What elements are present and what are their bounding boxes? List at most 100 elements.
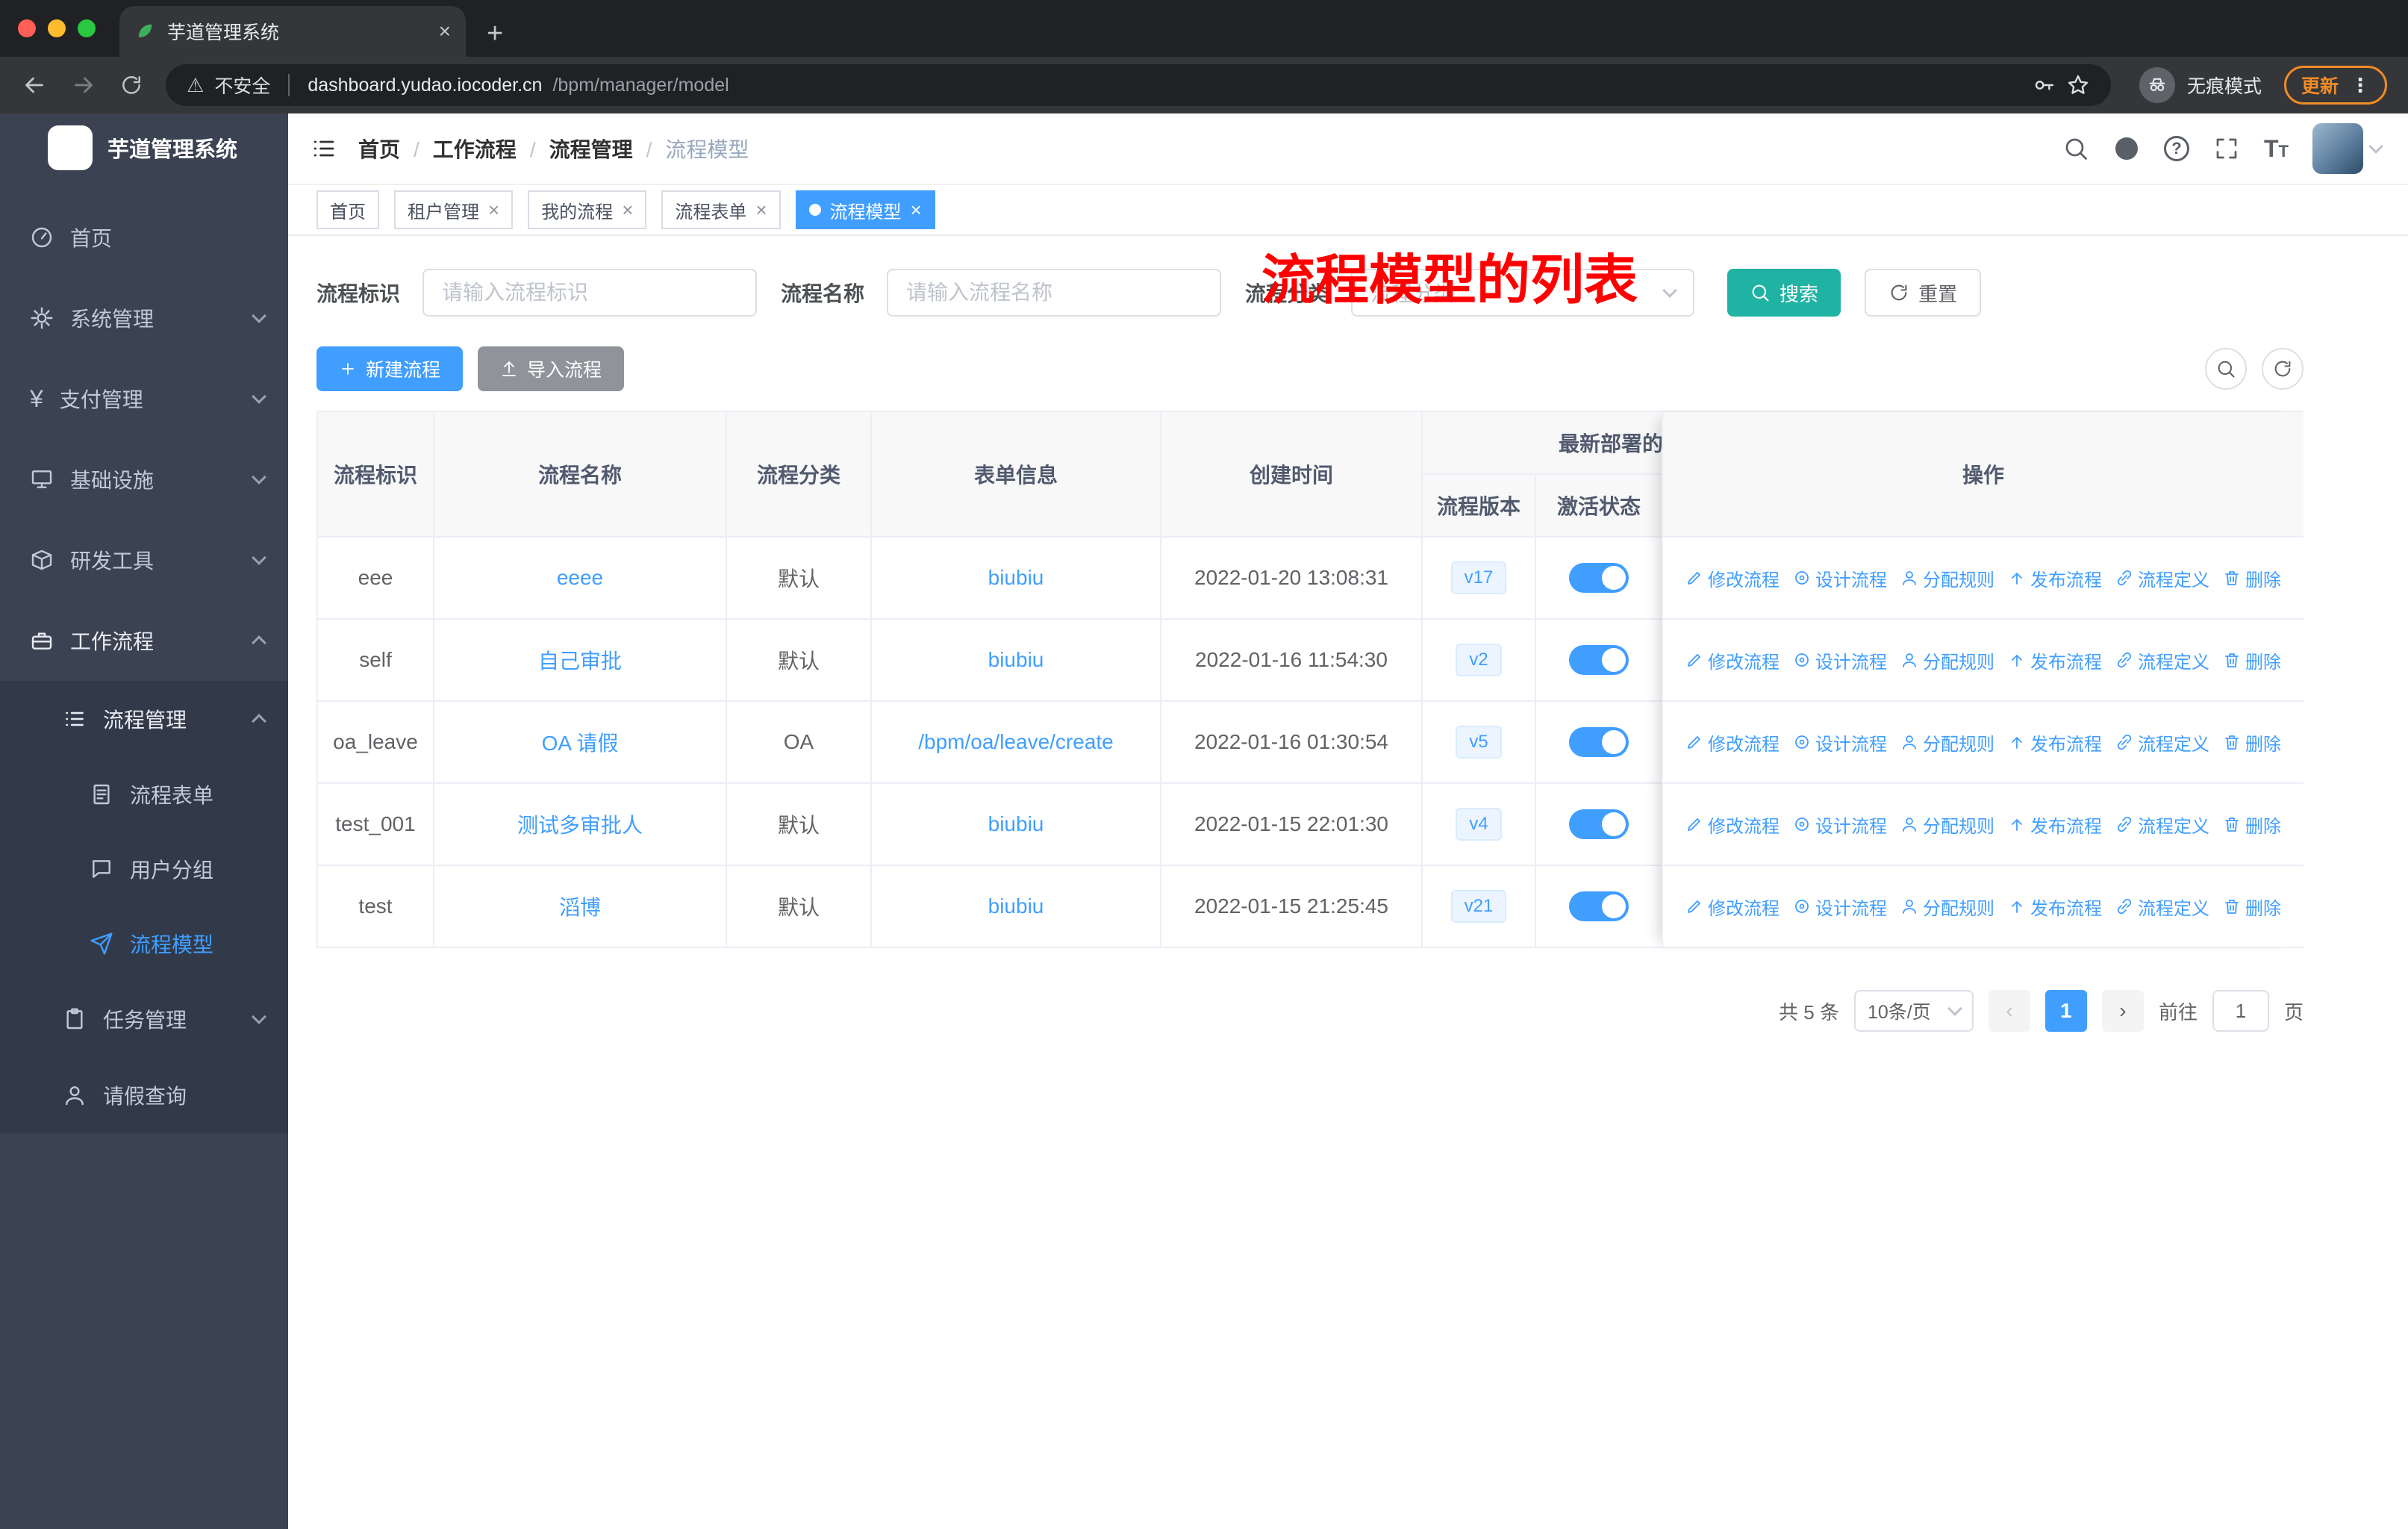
address-bar[interactable]: ⚠ 不安全 dashboard.yudao.iocoder.cn/bpm/man… [166, 64, 2111, 106]
assign-rule-link[interactable]: 分配规则 [1900, 894, 1994, 920]
sidebar-item-system[interactable]: 系统管理 [0, 278, 288, 358]
active-toggle[interactable] [1569, 727, 1629, 757]
delete-link[interactable]: 删除 [2223, 647, 2281, 673]
publish-process-link[interactable]: 发布流程 [2008, 894, 2102, 920]
model-name-link[interactable]: 自己审批 [538, 645, 622, 675]
reset-button[interactable]: 重置 [1865, 269, 1982, 317]
menu-kebab-icon[interactable]: ⋮ [2351, 74, 2370, 97]
search-icon[interactable] [2062, 135, 2089, 162]
delete-link[interactable]: 删除 [2223, 812, 2281, 838]
process-definition-link[interactable]: 流程定义 [2115, 565, 2209, 591]
browser-tab[interactable]: 芋道管理系统 × [119, 6, 466, 57]
font-size-icon[interactable]: TT [2264, 135, 2289, 163]
user-menu[interactable] [2312, 123, 2383, 174]
minimize-window-button[interactable] [48, 19, 66, 37]
close-icon[interactable] [488, 199, 499, 222]
close-icon[interactable] [911, 199, 922, 222]
process-definition-link[interactable]: 流程定义 [2115, 812, 2209, 838]
chrome-update-button[interactable]: 更新 ⋮ [2283, 66, 2387, 105]
process-name-input[interactable] [887, 269, 1222, 317]
tag-process-model[interactable]: 流程模型 [795, 190, 935, 229]
sidebar-item-process-mgmt[interactable]: 流程管理 [0, 681, 288, 757]
form-link[interactable]: biubiu [988, 894, 1044, 918]
form-link[interactable]: /bpm/oa/leave/create [918, 730, 1114, 754]
edit-process-link[interactable]: 修改流程 [1685, 729, 1780, 756]
sidebar-item-infra[interactable]: 基础设施 [0, 439, 288, 520]
next-page-button[interactable]: › [2101, 990, 2144, 1032]
search-button[interactable]: 搜索 [1727, 269, 1841, 317]
sidebar-item-process-form[interactable]: 流程表单 [0, 757, 288, 832]
sidebar-logo[interactable]: 芋道管理系统 [0, 113, 288, 182]
process-id-input[interactable] [422, 269, 758, 317]
design-process-link[interactable]: 设计流程 [1793, 894, 1887, 920]
breadcrumb-process-mgmt[interactable]: 流程管理 [517, 134, 633, 164]
sidebar-item-workflow[interactable]: 工作流程 [0, 600, 288, 681]
bookmark-star-icon[interactable] [2066, 73, 2090, 97]
hamburger-icon[interactable] [311, 135, 337, 162]
sidebar-item-leave-query[interactable]: 请假查询 [0, 1057, 288, 1133]
sidebar-item-process-model[interactable]: 流程模型 [0, 906, 288, 981]
close-icon[interactable] [755, 199, 767, 222]
sidebar-item-user-group[interactable]: 用户分组 [0, 832, 288, 906]
breadcrumb-workflow[interactable]: 工作流程 [400, 134, 517, 164]
model-name-link[interactable]: OA 请假 [542, 727, 619, 757]
design-process-link[interactable]: 设计流程 [1793, 565, 1887, 591]
close-window-button[interactable] [18, 19, 36, 37]
active-toggle[interactable] [1569, 891, 1629, 921]
process-definition-link[interactable]: 流程定义 [2115, 729, 2209, 756]
delete-link[interactable]: 删除 [2223, 729, 2281, 756]
sidebar-item-task-mgmt[interactable]: 任务管理 [0, 981, 288, 1057]
model-name-link[interactable]: eeee [557, 566, 603, 590]
goto-page-input[interactable] [2212, 990, 2269, 1032]
model-name-link[interactable]: 测试多审批人 [517, 809, 643, 839]
breadcrumb-home[interactable]: 首页 [358, 134, 400, 164]
sidebar-item-devtools[interactable]: 研发工具 [0, 520, 288, 600]
assign-rule-link[interactable]: 分配规则 [1900, 647, 1994, 673]
back-icon[interactable] [21, 72, 48, 99]
toggle-search-button[interactable] [2205, 348, 2247, 390]
page-number-button[interactable]: 1 [2044, 990, 2087, 1032]
delete-link[interactable]: 删除 [2223, 565, 2281, 591]
sidebar-item-payment[interactable]: ¥ 支付管理 [0, 358, 288, 439]
help-icon[interactable]: ? [2164, 136, 2189, 161]
process-definition-link[interactable]: 流程定义 [2115, 894, 2209, 920]
design-process-link[interactable]: 设计流程 [1793, 729, 1887, 756]
design-process-link[interactable]: 设计流程 [1793, 647, 1887, 673]
active-toggle[interactable] [1569, 563, 1629, 593]
delete-link[interactable]: 删除 [2223, 894, 2281, 920]
reload-icon[interactable] [119, 73, 143, 97]
edit-process-link[interactable]: 修改流程 [1685, 647, 1780, 673]
assign-rule-link[interactable]: 分配规则 [1900, 812, 1994, 838]
tag-my-process[interactable]: 我的流程 [528, 190, 647, 229]
process-definition-link[interactable]: 流程定义 [2115, 647, 2209, 673]
create-process-button[interactable]: 新建流程 [316, 346, 464, 391]
tab-close-icon[interactable]: × [439, 19, 451, 43]
edit-process-link[interactable]: 修改流程 [1685, 565, 1780, 591]
import-process-button[interactable]: 导入流程 [478, 346, 625, 391]
close-icon[interactable] [622, 199, 633, 222]
publish-process-link[interactable]: 发布流程 [2008, 812, 2102, 838]
active-toggle[interactable] [1569, 645, 1629, 675]
publish-process-link[interactable]: 发布流程 [2008, 565, 2102, 591]
refresh-table-button[interactable] [2262, 348, 2303, 390]
edit-process-link[interactable]: 修改流程 [1685, 894, 1780, 920]
model-name-link[interactable]: 滔博 [559, 891, 601, 921]
active-toggle[interactable] [1569, 809, 1629, 839]
tag-process-form[interactable]: 流程表单 [661, 190, 781, 229]
assign-rule-link[interactable]: 分配规则 [1900, 565, 1994, 591]
tag-tenant[interactable]: 租户管理 [394, 190, 514, 229]
publish-process-link[interactable]: 发布流程 [2008, 647, 2102, 673]
design-process-link[interactable]: 设计流程 [1793, 812, 1887, 838]
zoom-window-button[interactable] [78, 19, 96, 37]
form-link[interactable]: biubiu [988, 566, 1044, 590]
tag-home[interactable]: 首页 [316, 190, 379, 229]
fullscreen-icon[interactable] [2213, 135, 2240, 162]
assign-rule-link[interactable]: 分配规则 [1900, 729, 1994, 756]
passwords-key-icon[interactable] [2032, 73, 2056, 97]
new-tab-button[interactable]: + [487, 19, 503, 48]
publish-process-link[interactable]: 发布流程 [2008, 729, 2102, 756]
form-link[interactable]: biubiu [988, 648, 1044, 672]
page-size-select[interactable]: 10条/页 [1853, 990, 1974, 1032]
sidebar-item-home[interactable]: 首页 [0, 197, 288, 278]
github-icon[interactable] [2113, 135, 2140, 162]
